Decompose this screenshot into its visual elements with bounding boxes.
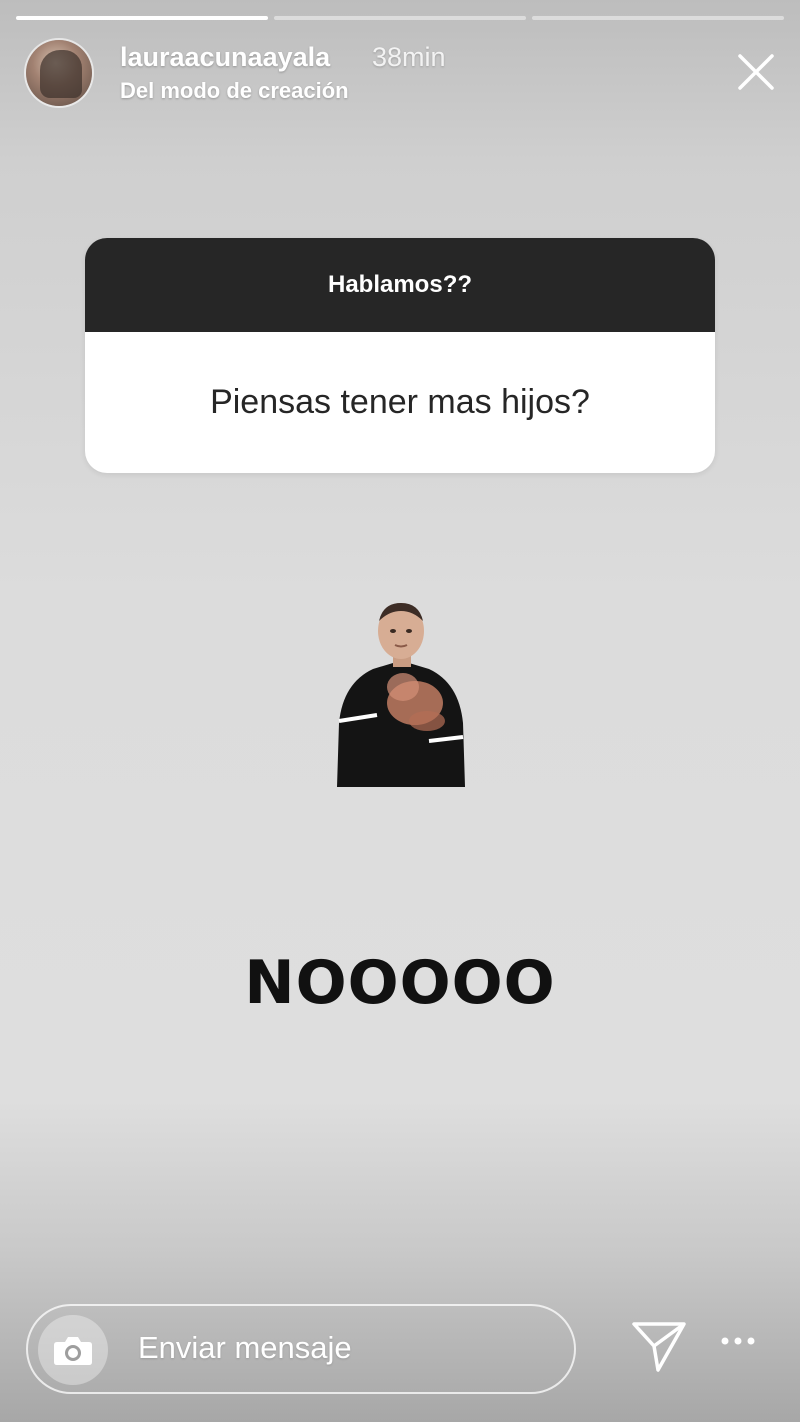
progress-segment [274, 16, 526, 20]
progress-segment [16, 16, 268, 20]
send-icon [632, 1322, 686, 1372]
message-input[interactable]: Enviar mensaje [26, 1304, 576, 1394]
story-progress-bar [16, 16, 784, 20]
message-placeholder: Enviar mensaje [138, 1330, 352, 1365]
more-icon [721, 1337, 755, 1345]
question-sticker-text: Piensas tener mas hijos? [210, 383, 590, 421]
avatar-photo [40, 50, 82, 98]
story-header: lauraacunaayala 38min Del modo de creaci… [0, 38, 800, 108]
story-subtitle: Del modo de creación [120, 78, 349, 103]
waving-man-icon [337, 603, 465, 787]
close-icon [738, 54, 774, 90]
close-button[interactable] [738, 54, 774, 90]
gif-sticker [333, 603, 469, 787]
question-sticker[interactable]: Hablamos?? Piensas tener mas hijos? [85, 238, 715, 473]
story-footer: Enviar mensaje [0, 1292, 800, 1422]
avatar[interactable] [26, 40, 92, 106]
camera-button[interactable] [38, 1315, 108, 1385]
more-options-button[interactable] [720, 1334, 756, 1348]
progress-segment [532, 16, 784, 20]
question-sticker-header: Hablamos?? [85, 238, 715, 332]
timestamp: 38min [372, 42, 446, 72]
camera-icon [54, 1337, 92, 1365]
username[interactable]: lauraacunaayala [120, 42, 330, 73]
send-button[interactable] [632, 1320, 686, 1374]
answer-text: NOOOOO [244, 948, 556, 1018]
